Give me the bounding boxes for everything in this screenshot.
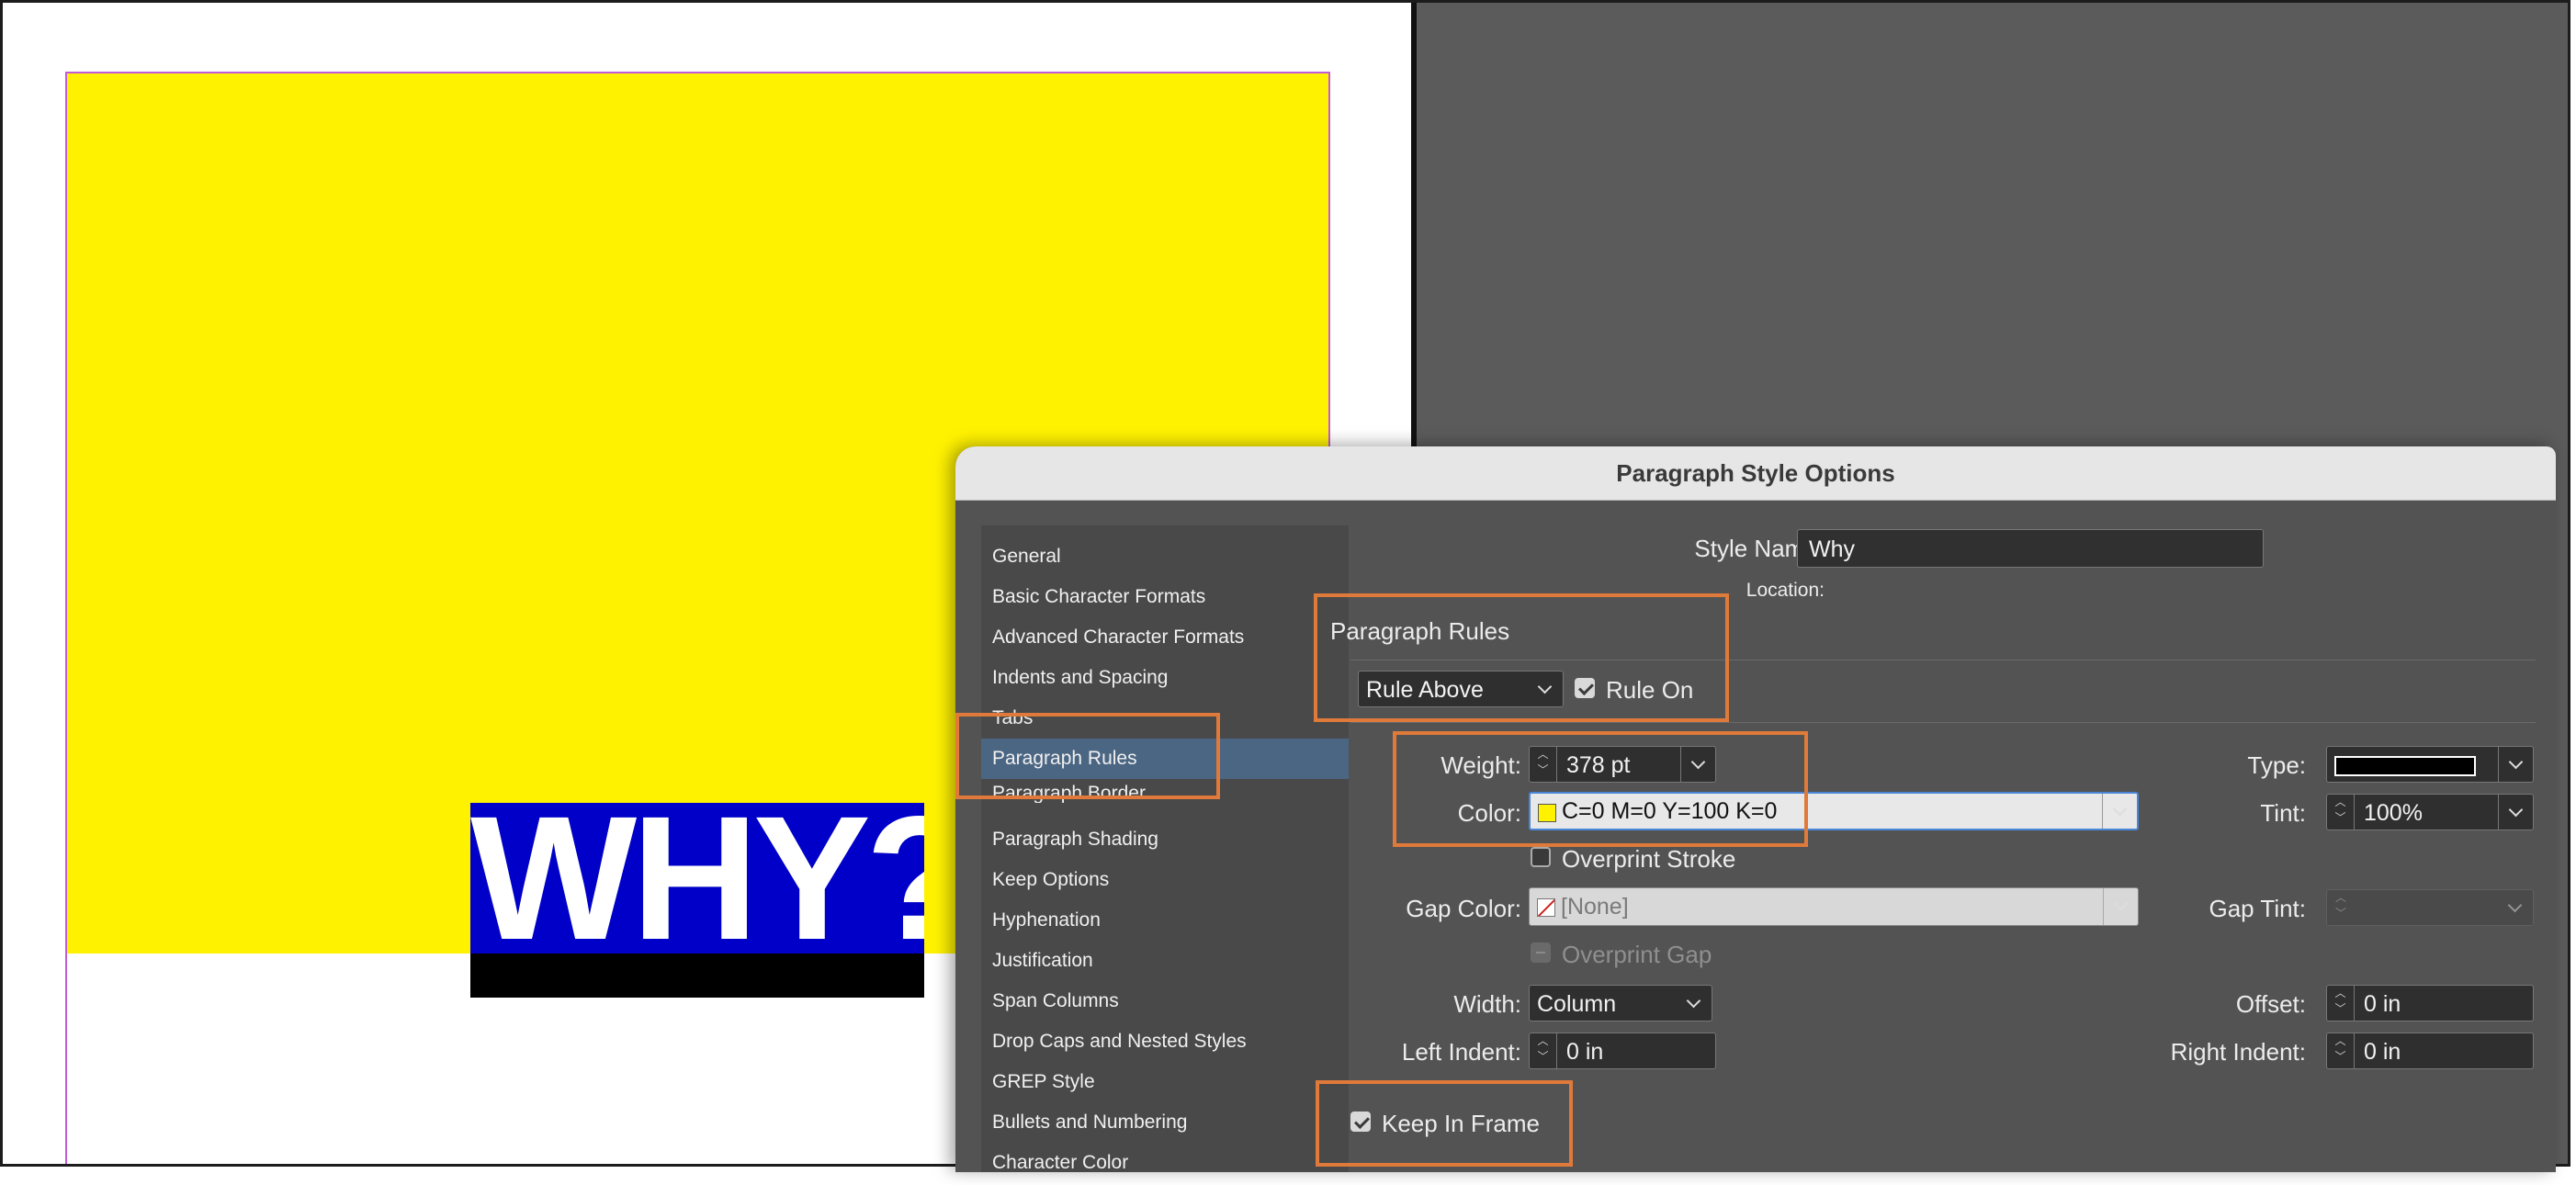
offset-stepper[interactable]: ︿ ﹀ (2327, 986, 2355, 1021)
solid-stroke-swatch (2334, 756, 2476, 776)
chevron-down-icon (2498, 890, 2533, 925)
style-name-value: Why (1809, 536, 1855, 562)
left-indent-value: 0 in (1566, 1039, 1604, 1065)
highlight-weight-color (1393, 731, 1808, 847)
sidebar-item-general[interactable]: General (981, 536, 1349, 577)
sidebar-item-advanced-character-formats[interactable]: Advanced Character Formats (981, 617, 1349, 658)
overprint-stroke-checkbox[interactable] (1531, 847, 1551, 867)
right-indent-value: 0 in (2364, 1039, 2401, 1065)
sidebar-item-hyphenation[interactable]: Hyphenation (981, 900, 1349, 941)
left-indent-stepper[interactable]: ︿ ﹀ (1530, 1033, 1557, 1068)
sidebar-item-drop-caps-and-nested-styles[interactable]: Drop Caps and Nested Styles (981, 1021, 1349, 1062)
style-name-label: Style Name: (1694, 535, 1825, 562)
dialog-title: Paragraph Style Options (1616, 459, 1895, 487)
dialog-titlebar[interactable]: Paragraph Style Options (955, 446, 2556, 501)
sidebar-item-grep-style[interactable]: GREP Style (981, 1062, 1349, 1102)
right-indent-stepper[interactable]: ︿ ﹀ (2327, 1033, 2355, 1068)
sidebar-item-justification[interactable]: Justification (981, 941, 1349, 981)
sidebar-item-span-columns[interactable]: Span Columns (981, 981, 1349, 1021)
overprint-gap-label: Overprint Gap (1562, 941, 1712, 968)
offset-value: 0 in (2364, 991, 2401, 1017)
none-swatch-icon (1537, 898, 1555, 917)
sidebar-item-basic-character-formats[interactable]: Basic Character Formats (981, 577, 1349, 617)
gap-color-label: Gap Color: (1406, 895, 1521, 922)
width-select[interactable]: Column (1529, 985, 1712, 1021)
rule-divider (1350, 722, 2536, 723)
gap-tint-label: Gap Tint: (2209, 895, 2307, 922)
gap-tint-input: ︿ ﹀ (2326, 889, 2534, 926)
gap-tint-stepper: ︿ ﹀ (2334, 891, 2346, 920)
sidebar-item-bullets-and-numbering[interactable]: Bullets and Numbering (981, 1102, 1349, 1143)
highlight-rule-settings (1314, 593, 1729, 722)
offset-input[interactable]: ︿ ﹀ 0 in (2326, 985, 2534, 1021)
left-indent-label: Left Indent: (1401, 1038, 1521, 1066)
tint-label: Tint: (2260, 799, 2306, 827)
gap-color-value: [None] (1561, 894, 1629, 920)
width-value: Column (1537, 991, 1617, 1017)
sidebar-item-indents-and-spacing[interactable]: Indents and Spacing (981, 658, 1349, 698)
chevron-down-icon (2498, 747, 2533, 782)
highlight-sidebar-paragraph-rules (955, 713, 1220, 799)
overprint-stroke-label: Overprint Stroke (1562, 845, 1736, 873)
chevron-down-icon (2103, 888, 2138, 925)
sidebar-item-paragraph-shading[interactable]: Paragraph Shading (981, 819, 1349, 860)
style-name-input[interactable]: Why (1797, 529, 2264, 568)
gap-color-select[interactable]: [None] (1529, 887, 2139, 926)
chevron-down-icon[interactable] (2498, 795, 2533, 830)
stroke-type-select[interactable] (2326, 746, 2534, 783)
tint-value: 100% (2364, 800, 2423, 826)
highlight-keep-in-frame (1316, 1080, 1573, 1167)
chevron-down-icon (1677, 986, 1712, 1021)
tint-input[interactable]: ︿ ﹀ 100% (2326, 794, 2534, 830)
sidebar-item-keep-options[interactable]: Keep Options (981, 860, 1349, 900)
category-sidebar: General Basic Character Formats Advanced… (981, 525, 1349, 1172)
right-indent-input[interactable]: ︿ ﹀ 0 in (2326, 1033, 2534, 1069)
left-indent-input[interactable]: ︿ ﹀ 0 in (1529, 1033, 1716, 1069)
sidebar-item-character-color[interactable]: Character Color (981, 1143, 1349, 1172)
type-label: Type: (2247, 751, 2306, 779)
overprint-gap-checkbox (1531, 942, 1551, 963)
chevron-down-icon (2102, 794, 2137, 829)
right-indent-label: Right Indent: (2170, 1038, 2306, 1066)
offset-label: Offset: (2235, 990, 2306, 1018)
tint-stepper[interactable]: ︿ ﹀ (2327, 795, 2355, 830)
width-label: Width: (1453, 990, 1521, 1018)
